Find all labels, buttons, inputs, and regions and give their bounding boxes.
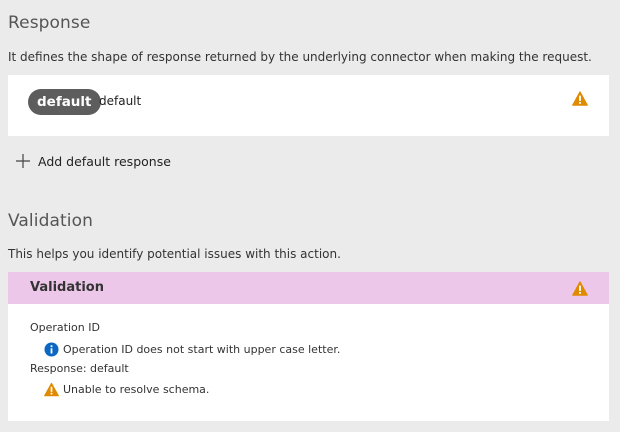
warning-icon (572, 91, 588, 106)
warning-icon (44, 382, 59, 397)
warning-icon (572, 281, 588, 296)
connector-action-panel: Response It defines the shape of respons… (0, 0, 620, 432)
validation-section-title: Validation (8, 211, 93, 231)
response-badge[interactable]: default (28, 89, 101, 115)
response-name: default (99, 94, 142, 108)
validation-section-description: This helps you identify potential issues… (8, 247, 341, 261)
response-item-default[interactable]: default default (8, 75, 609, 136)
add-default-response-button[interactable]: Add default response (15, 151, 171, 171)
validation-header[interactable]: Validation (8, 272, 609, 304)
validation-message: Unable to resolve schema. (44, 382, 209, 397)
validation-header-title: Validation (30, 280, 104, 295)
plus-icon (16, 154, 30, 168)
info-icon (44, 342, 59, 357)
validation-group-label: Operation ID (30, 321, 100, 334)
validation-message-text: Unable to resolve schema. (63, 383, 210, 396)
validation-body: Operation ID Operation ID does not start… (8, 304, 609, 421)
validation-message-text: Operation ID does not start with upper c… (63, 343, 341, 356)
validation-message: Operation ID does not start with upper c… (44, 342, 340, 357)
response-section-description: It defines the shape of response returne… (8, 50, 592, 64)
add-default-response-label: Add default response (38, 153, 171, 169)
validation-group-label: Response: default (30, 362, 129, 375)
response-section-title: Response (8, 13, 91, 33)
